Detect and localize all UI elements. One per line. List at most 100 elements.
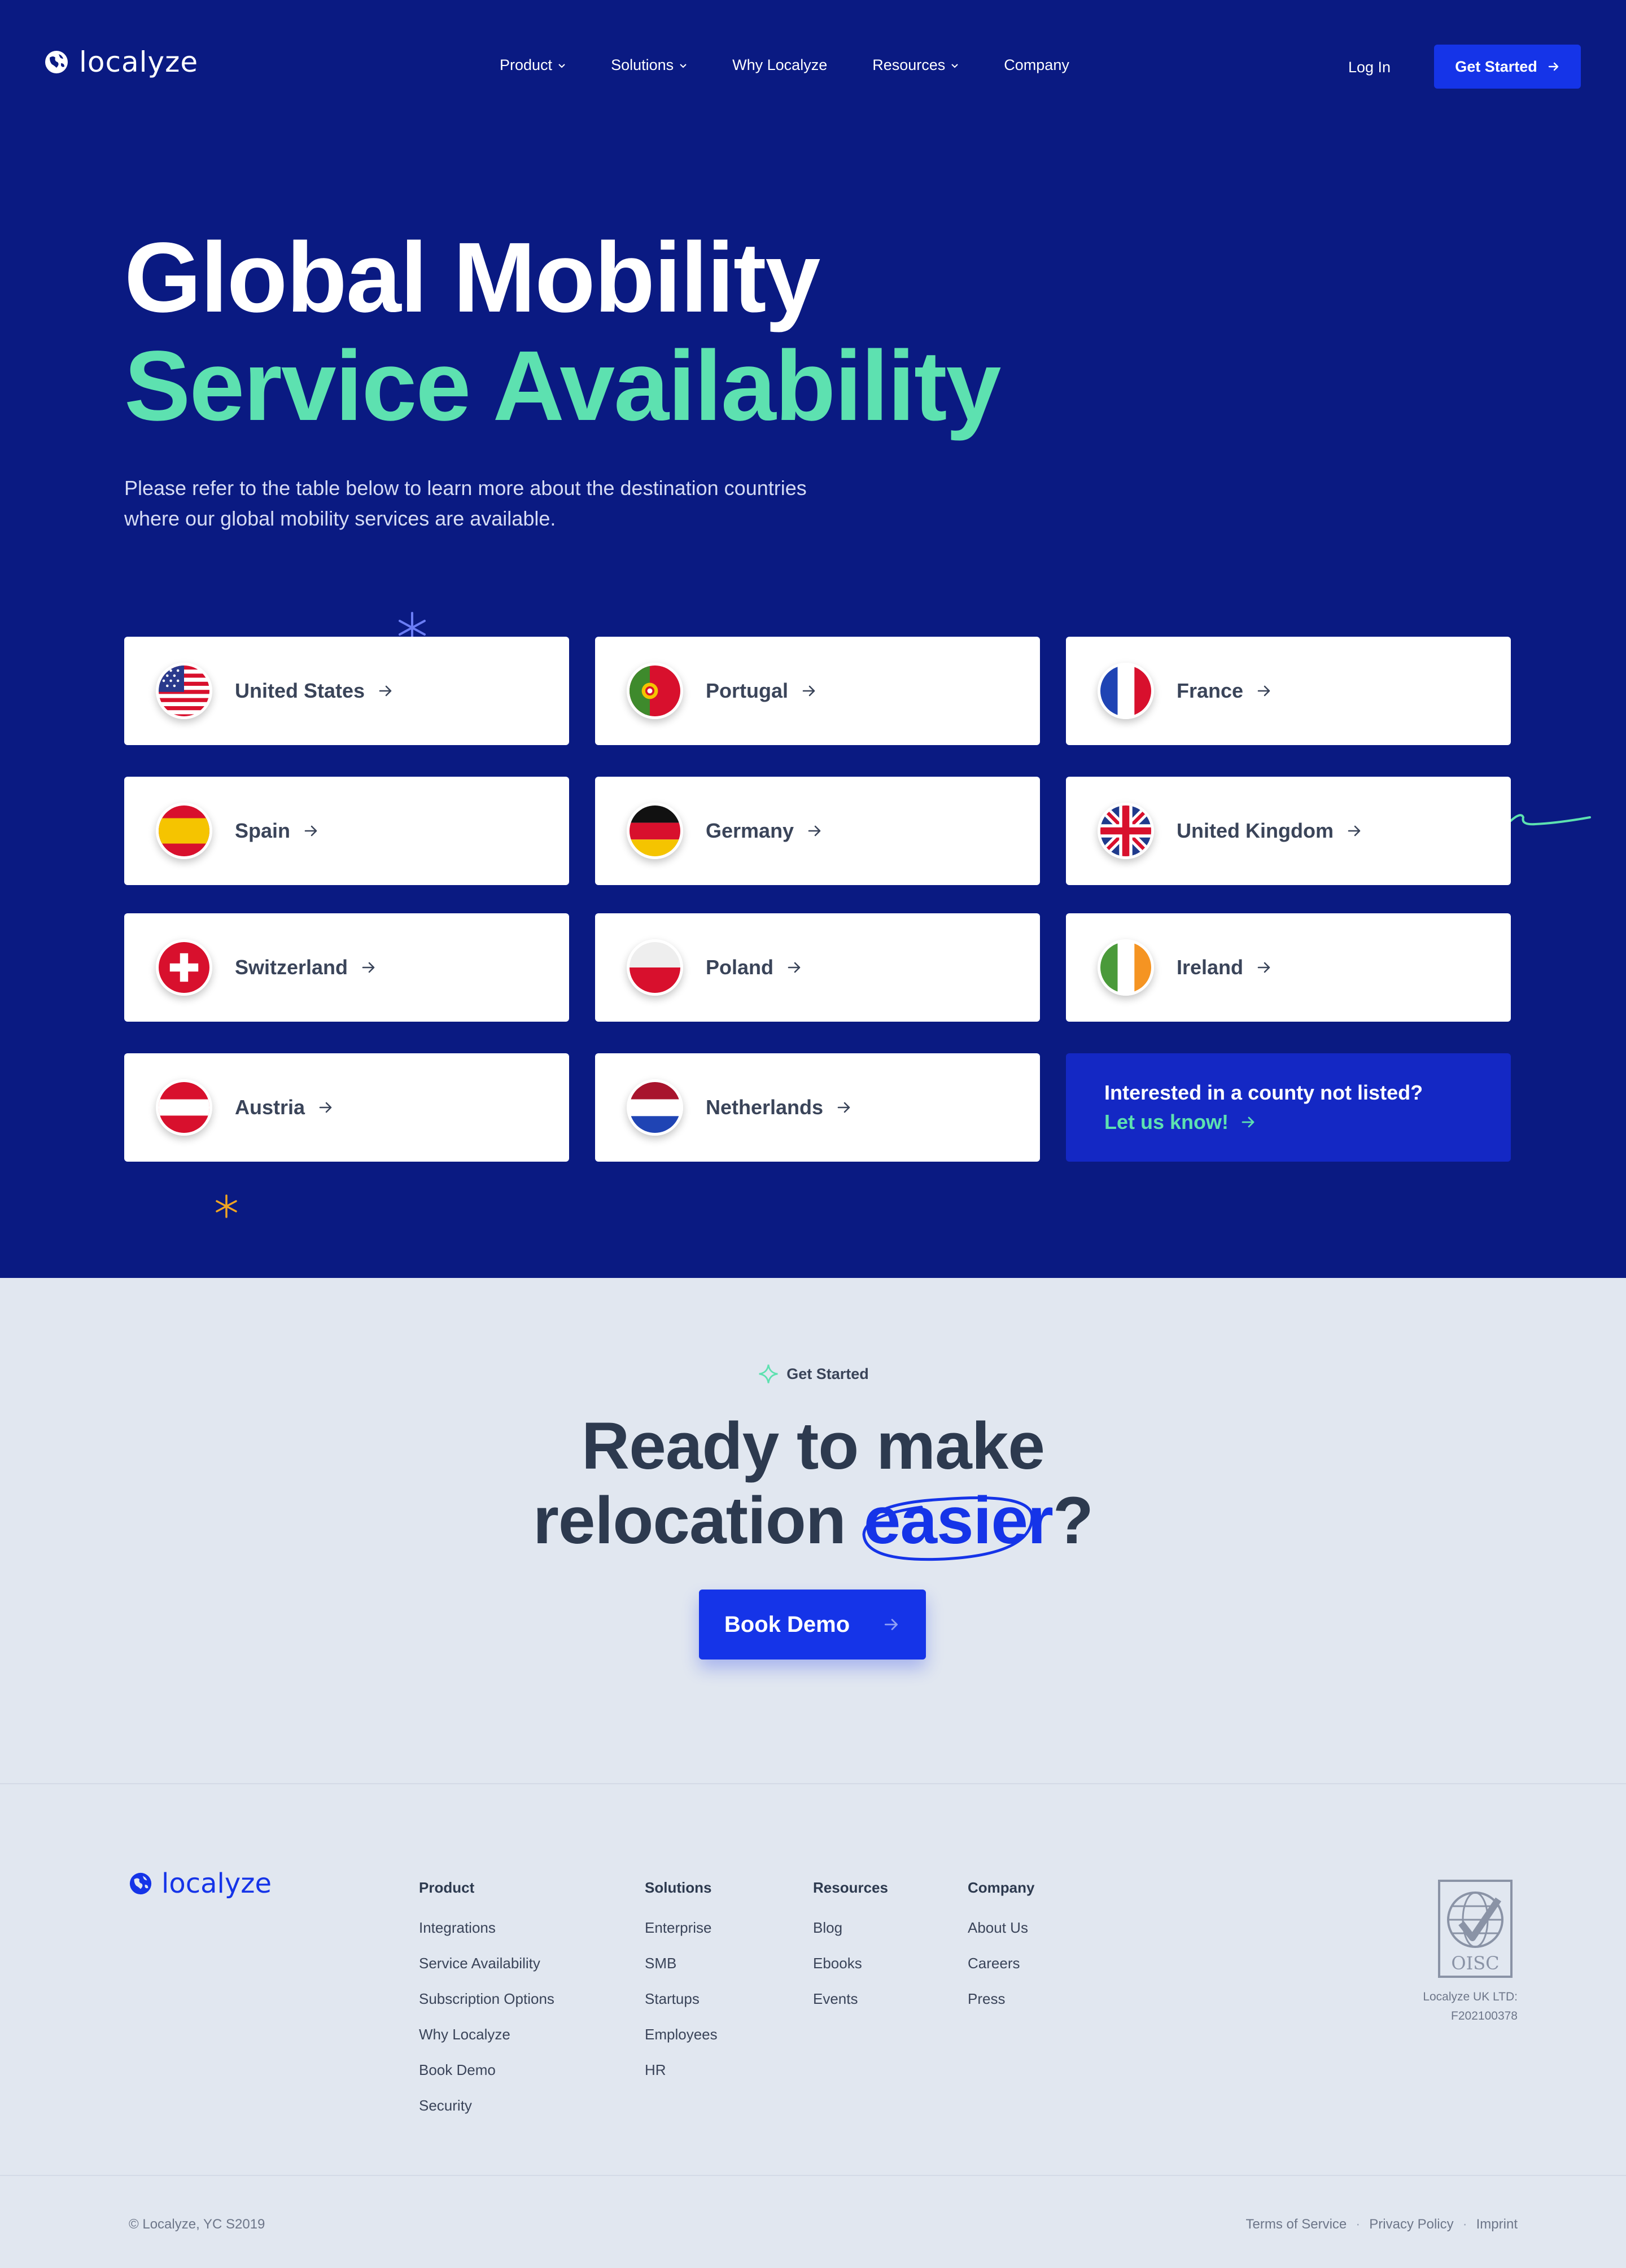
get-started-button[interactable]: Get Started [1434, 45, 1581, 89]
arrow-right-icon [1257, 962, 1270, 973]
footer-link[interactable]: About Us [968, 1919, 1034, 1955]
gb-flag-icon [1098, 803, 1154, 859]
footer-link[interactable]: SMB [645, 1955, 718, 1990]
arrow-right-icon [1242, 1117, 1255, 1128]
globe-logo-icon [45, 51, 68, 73]
copyright: © Localyze, YC S2019 [129, 2217, 265, 2232]
country-name: United States [235, 679, 365, 702]
globe-logo-icon [129, 1872, 152, 1895]
badge-text: OISC [1451, 1952, 1499, 1974]
us-flag-icon [156, 663, 212, 719]
country-not-listed-card[interactable]: Interested in a county not listed? Let u… [1066, 1053, 1511, 1162]
arrow-right-icon [1257, 685, 1270, 697]
squiggle-decoration-icon [1510, 814, 1591, 826]
footer-link[interactable]: Book Demo [419, 2061, 554, 2097]
separator: · [1356, 2217, 1361, 2232]
title-suffix: ? [1052, 1483, 1094, 1558]
country-card-france[interactable]: France [1066, 637, 1511, 745]
at-flag-icon [156, 1079, 212, 1136]
country-card-switzerland[interactable]: Switzerland [124, 913, 569, 1022]
logo-text: localyze [79, 46, 199, 78]
nav-label: Product [500, 56, 553, 73]
country-card-austria[interactable]: Austria [124, 1053, 569, 1162]
ie-flag-icon [1098, 939, 1154, 996]
nav-why-localyze[interactable]: Why Localyze [732, 56, 827, 74]
logo[interactable]: localyze [44, 46, 199, 78]
country-card-poland[interactable]: Poland [595, 913, 1040, 1022]
footer-link[interactable]: Press [968, 1990, 1034, 2026]
footer-link[interactable]: Service Availability [419, 1955, 554, 1990]
company-line-2: F202100378 [1451, 2009, 1518, 2022]
not-listed-title: Interested in a county not listed? [1104, 1081, 1423, 1104]
terms-link[interactable]: Terms of Service [1246, 2217, 1347, 2232]
country-card-ireland[interactable]: Ireland [1066, 913, 1511, 1022]
country-card-spain[interactable]: Spain [124, 777, 569, 885]
let-us-know-link[interactable]: Let us know! [1104, 1110, 1257, 1134]
footer-link[interactable]: Blog [813, 1919, 888, 1955]
country-card-united-states[interactable]: United States [124, 637, 569, 745]
country-name: Portugal [706, 679, 789, 702]
nav-label: Solutions [611, 56, 674, 73]
footer: localyze Product Integrations Service Av… [0, 1783, 1626, 2268]
footer-link[interactable]: HR [645, 2061, 718, 2097]
book-demo-button[interactable]: Book Demo [699, 1590, 926, 1660]
nl-flag-icon [627, 1079, 683, 1136]
footer-link[interactable]: Events [813, 1990, 888, 2026]
footer-link[interactable]: Ebooks [813, 1955, 888, 1990]
footer-link[interactable]: Integrations [419, 1919, 554, 1955]
footer-column-heading: Resources [813, 1879, 888, 1896]
arrow-right-icon [379, 685, 392, 697]
login-link[interactable]: Log In [1348, 59, 1391, 76]
footer-column-heading: Solutions [645, 1879, 712, 1896]
footer-link[interactable]: Why Localyze [419, 2026, 554, 2061]
fr-flag-icon [1098, 663, 1154, 719]
de-flag-icon [627, 803, 683, 859]
footer-column-heading: Company [968, 1879, 1035, 1896]
country-card-germany[interactable]: Germany [595, 777, 1040, 885]
legal-links: Terms of Service · Privacy Policy · Impr… [1246, 2217, 1518, 2232]
country-name: Poland [706, 956, 774, 979]
arrow-right-icon [808, 825, 821, 837]
arrow-right-icon [1348, 825, 1361, 837]
nav-product[interactable]: Product [500, 56, 566, 74]
sparkle-icon [759, 1364, 778, 1383]
title-highlight: easier [862, 1483, 1054, 1561]
footer-link[interactable]: Startups [645, 1990, 718, 2026]
country-name: Netherlands [706, 1096, 824, 1119]
footer-logo[interactable]: localyze [129, 1868, 272, 1899]
country-card-netherlands[interactable]: Netherlands [595, 1053, 1040, 1162]
country-name: Ireland [1177, 956, 1244, 979]
country-name: Germany [706, 819, 794, 842]
footer-link[interactable]: Employees [645, 2026, 718, 2061]
company-registration: Localyze UK LTD: F202100378 [1383, 1987, 1518, 2026]
nav-solutions[interactable]: Solutions [611, 56, 687, 74]
privacy-link[interactable]: Privacy Policy [1369, 2217, 1453, 2232]
arrow-right-icon [802, 685, 815, 697]
footer-link[interactable]: Careers [968, 1955, 1034, 1990]
country-card-portugal[interactable]: Portugal [595, 637, 1040, 745]
logo-text: localyze [161, 1868, 272, 1899]
section-eyebrow: Get Started [0, 1363, 1626, 1385]
chevron-down-icon [951, 63, 958, 68]
let-us-know-label: Let us know! [1104, 1110, 1229, 1133]
imprint-link[interactable]: Imprint [1476, 2217, 1518, 2232]
nav-resources[interactable]: Resources [872, 56, 959, 74]
footer-column-company: Company About Us Careers Press [968, 1879, 1034, 2026]
separator: · [1462, 2217, 1467, 2232]
arrow-right-icon [1548, 62, 1558, 71]
footer-link[interactable]: Security [419, 2097, 554, 2133]
nav-label: Company [1004, 56, 1069, 73]
hero-description: Please refer to the table below to learn… [124, 476, 807, 530]
footer-column-solutions: Solutions Enterprise SMB Startups Employ… [645, 1879, 718, 2097]
footer-column-heading: Product [419, 1879, 475, 1896]
footer-column-product: Product Integrations Service Availabilit… [419, 1879, 554, 2133]
country-name: United Kingdom [1177, 819, 1334, 842]
footer-link[interactable]: Enterprise [645, 1919, 718, 1955]
nav-company[interactable]: Company [1004, 56, 1069, 74]
title-line-2: Service Availability [124, 331, 1001, 441]
country-name: Austria [235, 1096, 305, 1119]
arrow-right-icon [319, 1102, 332, 1113]
eyebrow-label: Get Started [786, 1365, 869, 1382]
footer-link[interactable]: Subscription Options [419, 1990, 554, 2026]
country-card-united-kingdom[interactable]: United Kingdom [1066, 777, 1511, 885]
